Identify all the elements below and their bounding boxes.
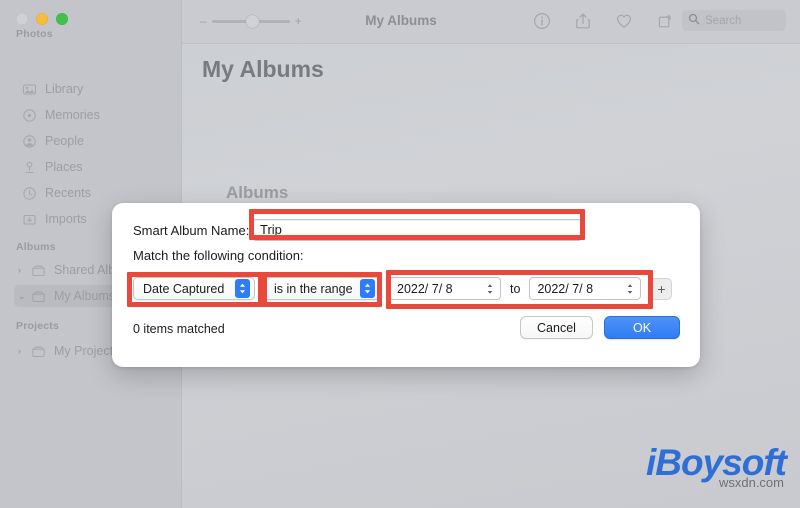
ok-button[interactable]: OK bbox=[604, 316, 680, 339]
sidebar-item-label: People bbox=[45, 134, 84, 148]
sidebar-item-label: Library bbox=[45, 82, 84, 96]
condition-label: Match the following condition: bbox=[133, 248, 304, 263]
album-icon bbox=[31, 344, 46, 359]
sidebar-item-recents[interactable]: Recents bbox=[14, 182, 172, 204]
sidebar-item-label: Memories bbox=[45, 108, 100, 122]
close-button[interactable] bbox=[16, 13, 28, 25]
chevron-right-icon[interactable]: › bbox=[18, 346, 30, 356]
imports-icon bbox=[22, 212, 37, 227]
sidebar-item-people[interactable]: People bbox=[14, 130, 172, 152]
smart-album-dialog: Smart Album Name: Trip Match the followi… bbox=[112, 203, 700, 367]
date-from-field[interactable]: 2022/ 7/ 8 bbox=[389, 277, 501, 300]
watermark: iBoysoft wsxdn.com bbox=[646, 444, 787, 490]
background-heading: Albums bbox=[226, 183, 289, 202]
operator-value: is in the range bbox=[274, 281, 353, 296]
add-condition-button[interactable]: + bbox=[650, 277, 673, 300]
page-title: My Albums bbox=[202, 56, 324, 82]
sidebar-section-photos: Photos bbox=[16, 28, 53, 40]
chevron-updown-icon bbox=[360, 279, 375, 298]
app-window: Photos Library Memories People Places Re… bbox=[0, 0, 800, 508]
sidebar-item-memories[interactable]: Memories bbox=[14, 104, 172, 126]
sidebar-item-label: Recents bbox=[45, 186, 91, 200]
minimize-button[interactable] bbox=[36, 13, 48, 25]
heart-icon[interactable] bbox=[614, 11, 634, 31]
range-to-label: to bbox=[510, 281, 521, 296]
date-to-value: 2022/ 7/ 8 bbox=[537, 281, 594, 296]
album-icon bbox=[31, 289, 46, 304]
search-icon bbox=[688, 12, 700, 30]
sidebar-item-places[interactable]: Places bbox=[14, 156, 172, 178]
chevron-down-icon[interactable]: ⌄ bbox=[18, 291, 30, 302]
sidebar-item-label: Places bbox=[45, 160, 83, 174]
recents-icon bbox=[22, 186, 37, 201]
smart-album-name-row: Smart Album Name: bbox=[133, 223, 249, 238]
toolbar-actions bbox=[532, 11, 675, 31]
people-icon bbox=[22, 134, 37, 149]
library-icon bbox=[22, 82, 37, 97]
chevron-updown-icon bbox=[235, 279, 250, 298]
toolbar: – + My Albums Search bbox=[182, 0, 800, 44]
condition-row: Date Captured is in the range 2022/ 7/ 8… bbox=[133, 277, 673, 300]
sidebar-section-projects: Projects bbox=[16, 320, 60, 332]
memories-icon bbox=[22, 108, 37, 123]
operator-dropdown[interactable]: is in the range bbox=[264, 277, 380, 300]
date-to-field[interactable]: 2022/ 7/ 8 bbox=[529, 277, 642, 300]
search-placeholder: Search bbox=[705, 14, 742, 27]
places-icon bbox=[22, 160, 37, 175]
cancel-button[interactable]: Cancel bbox=[520, 316, 593, 339]
date-to-stepper[interactable] bbox=[624, 283, 635, 295]
zoom-button[interactable] bbox=[56, 13, 68, 25]
smart-album-name-input[interactable]: Trip bbox=[252, 219, 582, 241]
date-from-stepper[interactable] bbox=[484, 283, 495, 295]
share-icon[interactable] bbox=[573, 11, 593, 31]
rotate-icon[interactable] bbox=[655, 11, 675, 31]
chevron-right-icon[interactable]: › bbox=[18, 265, 30, 275]
info-icon[interactable] bbox=[532, 11, 552, 31]
album-icon bbox=[31, 263, 46, 278]
sidebar-item-library[interactable]: Library bbox=[14, 78, 172, 100]
sidebar-item-label: My Albums bbox=[54, 289, 116, 303]
items-matched-status: 0 items matched bbox=[133, 322, 225, 336]
smart-album-name-label: Smart Album Name: bbox=[133, 223, 250, 238]
window-controls bbox=[16, 13, 68, 25]
date-from-value: 2022/ 7/ 8 bbox=[397, 281, 453, 296]
search-field[interactable]: Search bbox=[682, 10, 786, 31]
attribute-value: Date Captured bbox=[143, 281, 225, 296]
attribute-dropdown[interactable]: Date Captured bbox=[133, 277, 255, 300]
sidebar-item-label: Imports bbox=[45, 212, 87, 226]
sidebar-item-label: My Projects bbox=[54, 344, 120, 358]
sidebar-section-albums: Albums bbox=[16, 241, 56, 253]
